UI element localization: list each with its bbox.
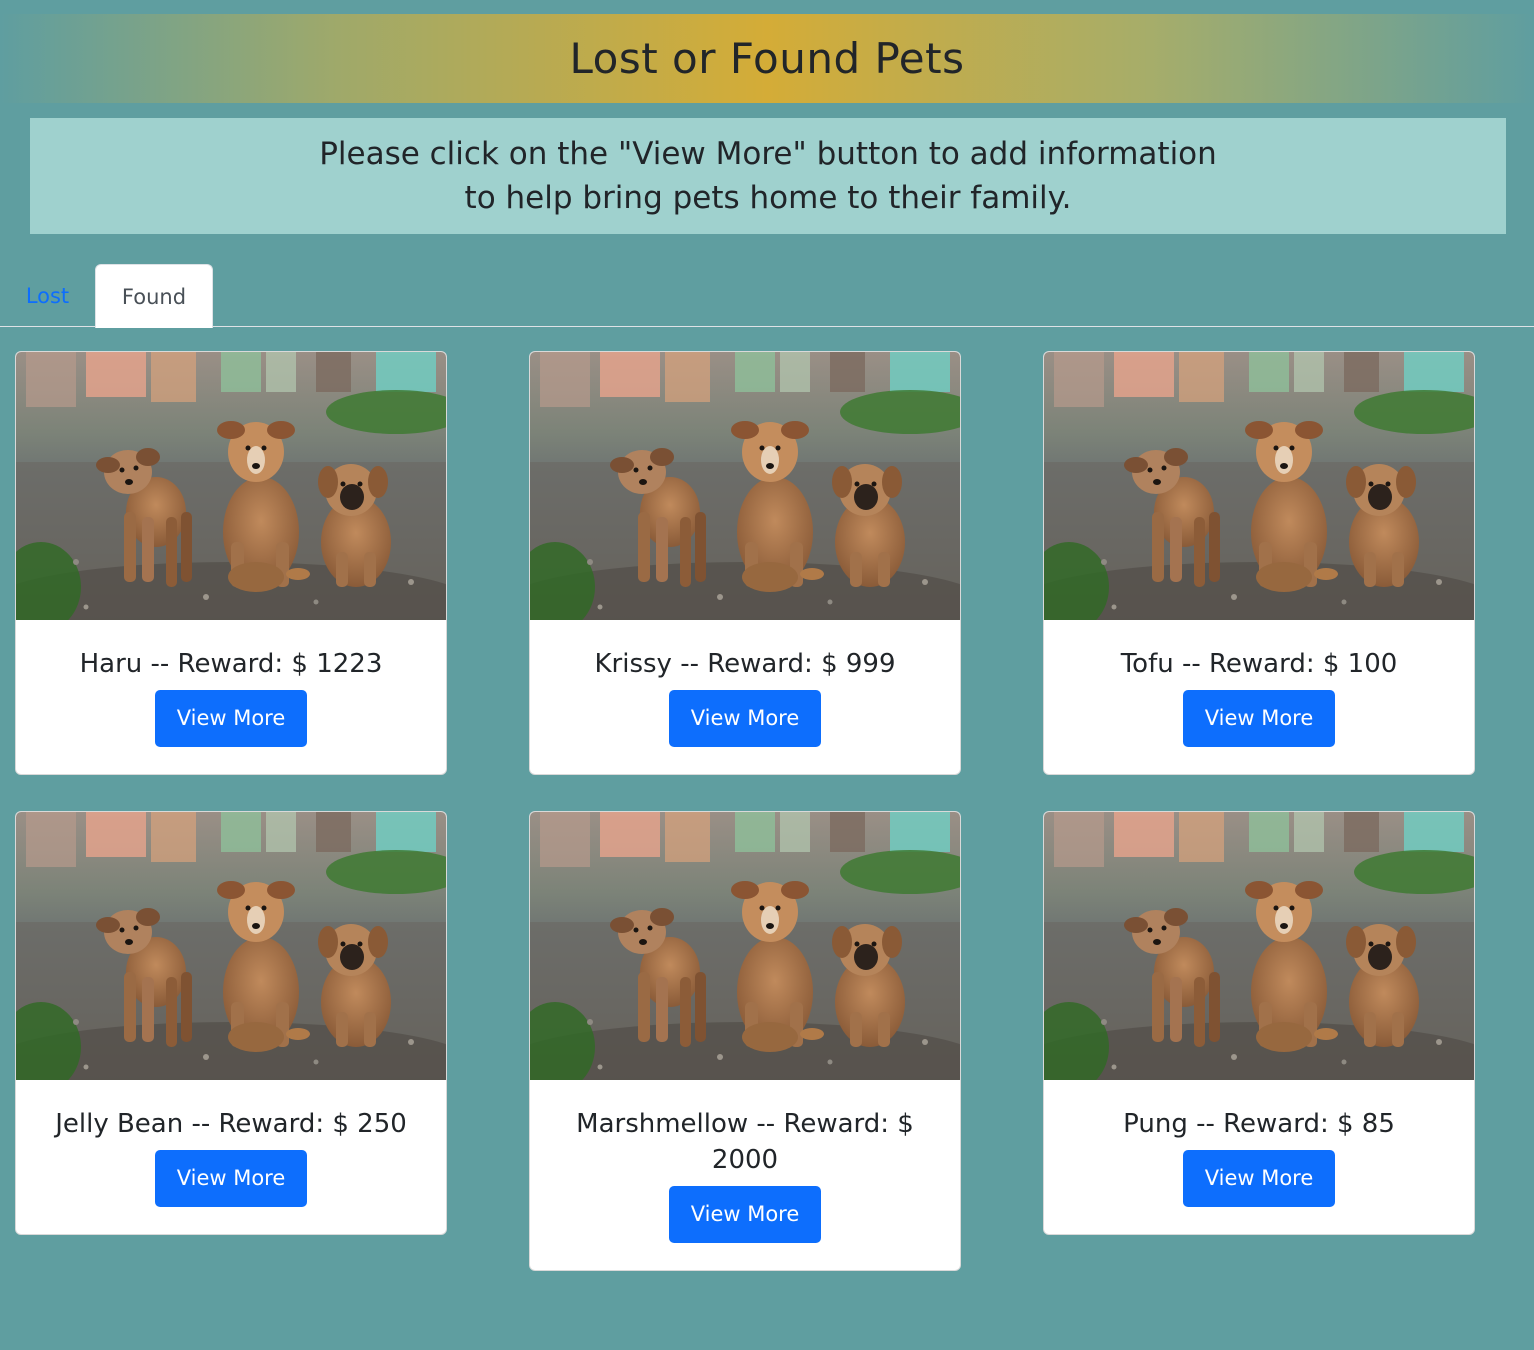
pet-card-title: Pung -- Reward: $ 85 [1123, 1109, 1395, 1139]
tab-bar: Lost Found [0, 264, 1534, 328]
notice-line-2: to help bring pets home to their family. [464, 180, 1072, 216]
view-more-button[interactable]: View More [155, 690, 307, 747]
view-more-button[interactable]: View More [155, 1150, 307, 1207]
notice-line-1: Please click on the "View More" button t… [319, 136, 1217, 172]
view-more-button[interactable]: View More [1183, 690, 1335, 747]
pet-card: Krissy -- Reward: $ 999 View More [529, 351, 961, 775]
pet-card-title: Tofu -- Reward: $ 100 [1120, 649, 1398, 679]
pet-photo [530, 812, 960, 1080]
instruction-notice: Please click on the "View More" button t… [30, 118, 1506, 234]
tab-found[interactable]: Found [95, 264, 213, 328]
view-more-button[interactable]: View More [669, 690, 821, 747]
pet-photo [1044, 812, 1474, 1080]
header-banner: Lost or Found Pets [0, 14, 1534, 103]
pet-card-title: Krissy -- Reward: $ 999 [594, 649, 896, 679]
tab-lost[interactable]: Lost [0, 264, 95, 327]
pet-card-title: Haru -- Reward: $ 1223 [79, 649, 383, 679]
pet-card: Pung -- Reward: $ 85 View More [1043, 811, 1475, 1235]
view-more-button[interactable]: View More [669, 1186, 821, 1243]
pet-card: Jelly Bean -- Reward: $ 250 View More [15, 811, 447, 1235]
pet-card: Marshmellow -- Reward: $ 2000 View More [529, 811, 961, 1271]
page-title: Lost or Found Pets [569, 34, 965, 83]
pet-card: Tofu -- Reward: $ 100 View More [1043, 351, 1475, 775]
pet-card-title: Marshmellow -- Reward: $ 2000 [576, 1109, 914, 1175]
view-more-button[interactable]: View More [1183, 1150, 1335, 1207]
pet-photo [16, 352, 446, 620]
pet-photo [530, 352, 960, 620]
pet-card-title: Jelly Bean -- Reward: $ 250 [55, 1109, 407, 1139]
pet-photo [1044, 352, 1474, 620]
pet-card: Haru -- Reward: $ 1223 View More [15, 351, 447, 775]
pet-photo [16, 812, 446, 1080]
